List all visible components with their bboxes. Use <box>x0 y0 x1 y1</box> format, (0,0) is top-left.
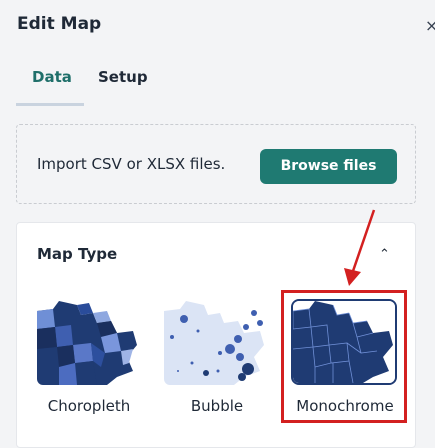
map-type-bubble-label: Bubble <box>190 397 244 415</box>
panel-title: Edit Map <box>17 14 102 34</box>
annotation-arrow <box>344 209 376 286</box>
bubble-map-icon <box>164 301 268 385</box>
annotation-highlight-box <box>281 290 407 423</box>
close-icon[interactable]: × <box>425 16 435 35</box>
panel-header: Edit Map × <box>0 0 435 50</box>
map-type-bubble[interactable] <box>164 301 268 385</box>
file-import-dropzone[interactable]: Import CSV or XLSX files. Browse files <box>16 124 416 204</box>
tab-setup[interactable]: Setup <box>98 68 148 86</box>
import-instructions: Import CSV or XLSX files. <box>37 155 226 173</box>
tab-data[interactable]: Data <box>32 68 72 86</box>
choropleth-map-icon <box>37 301 141 385</box>
tab-bar: Data Setup <box>0 52 435 108</box>
map-type-choropleth[interactable] <box>37 301 141 385</box>
map-type-heading: Map Type <box>37 245 118 263</box>
map-type-choropleth-label: Choropleth <box>47 397 131 415</box>
active-tab-indicator <box>16 103 84 106</box>
browse-files-button[interactable]: Browse files <box>260 149 397 184</box>
